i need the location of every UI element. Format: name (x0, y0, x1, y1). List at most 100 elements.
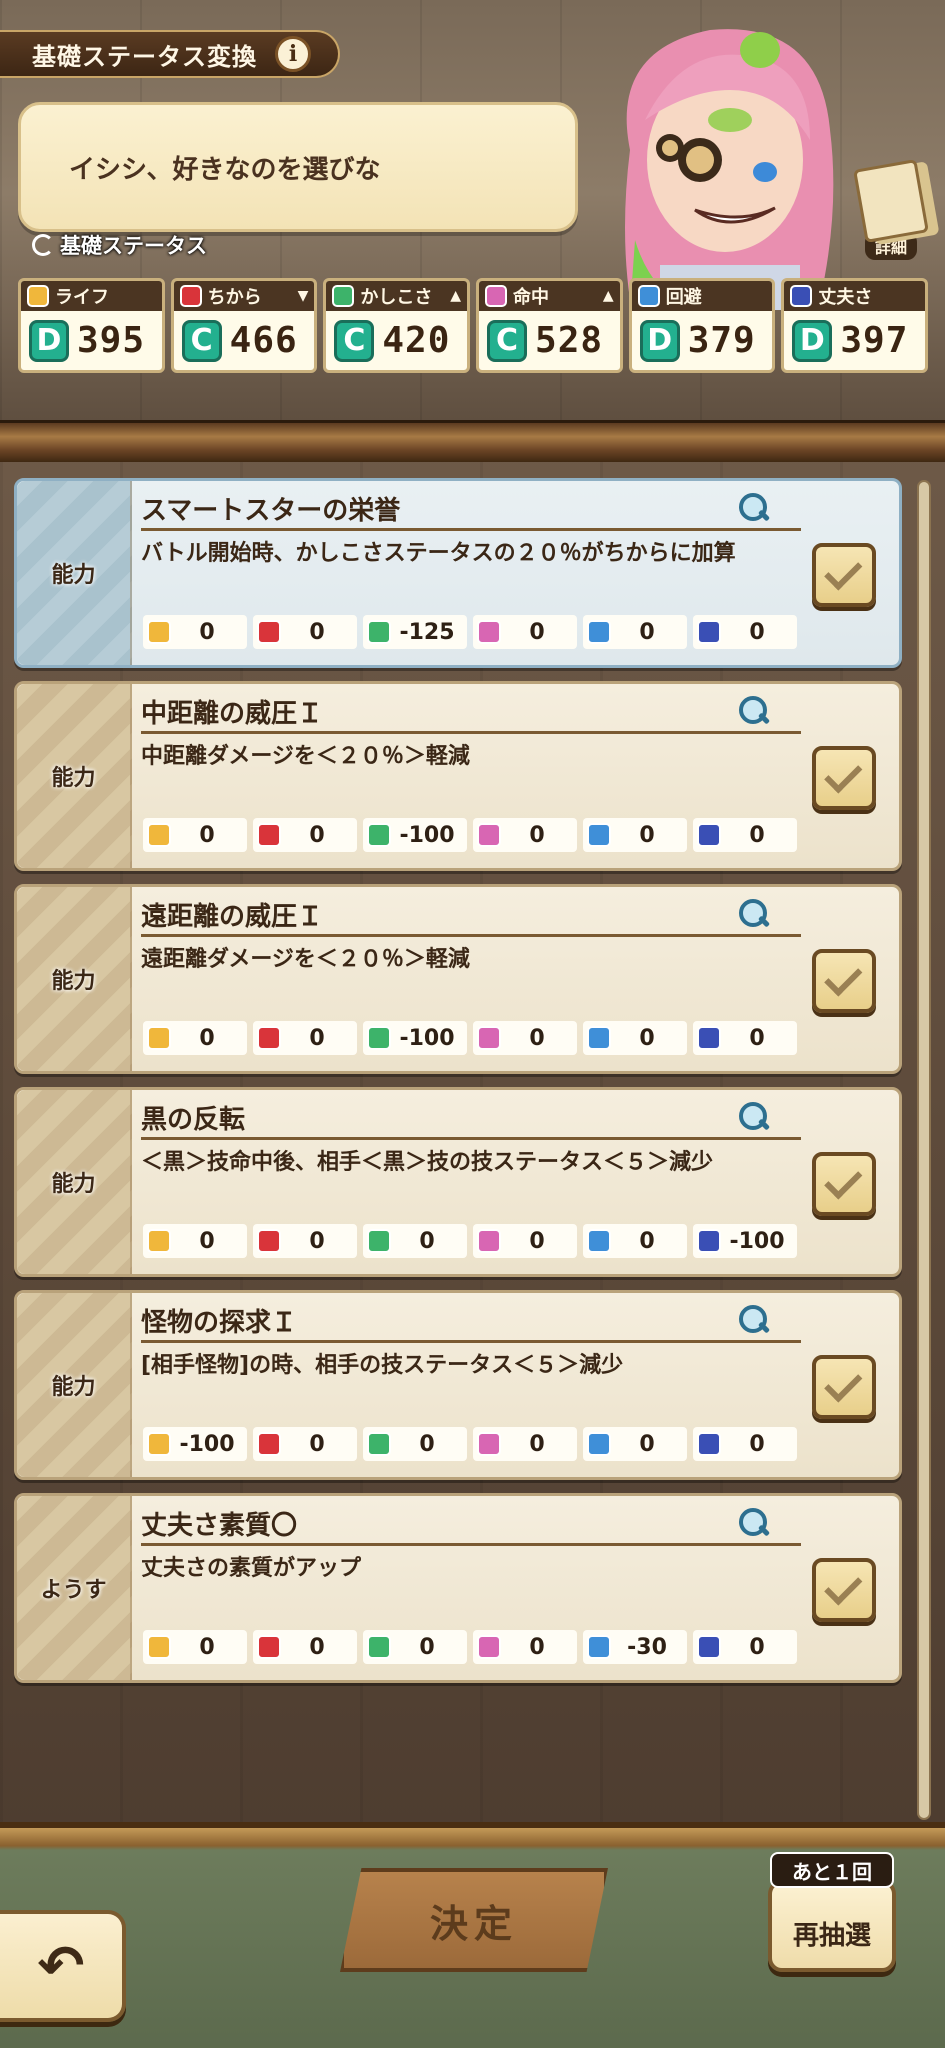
stat-change-accuracy: 0 (473, 1021, 577, 1055)
card-name: 中距離の威圧Ｉ (141, 692, 801, 734)
grade-badge: C (181, 319, 222, 362)
magnifier-icon[interactable] (737, 694, 771, 728)
stat-changes: 0 0 -100 0 0 0 (143, 1021, 797, 1055)
select-checkbox[interactable] (812, 1355, 876, 1419)
card-side-panel: ようす (17, 1496, 132, 1680)
magnifier-icon[interactable] (737, 491, 771, 525)
stat-change-strength: 0 (253, 1630, 357, 1664)
section-divider (0, 420, 945, 462)
stat-change-value: 0 (199, 1228, 215, 1254)
card-kind: 能力 (51, 1375, 96, 1400)
card-side-panel: 能力 (17, 1293, 132, 1477)
wisdom-icon (332, 285, 355, 307)
magnifier-icon[interactable] (737, 1506, 771, 1540)
option-card[interactable]: 能力 中距離の威圧Ｉ 中距離ダメージを＜２０％＞軽減 0 0 -100 0 0 … (14, 681, 902, 871)
stat-header: 回避 (631, 281, 773, 311)
wisdom-icon (367, 620, 391, 644)
accuracy-icon (477, 1432, 501, 1456)
stat-change-wisdom: 0 (363, 1427, 467, 1461)
grade-badge: C (334, 319, 375, 362)
list-scrollbar[interactable] (917, 480, 931, 1820)
wisdom-icon (367, 1229, 391, 1253)
stat-change-life: 0 (143, 615, 247, 649)
card-description: [相手怪物]の時、相手の技ステータス＜５＞減少 (141, 1353, 624, 1378)
card-description: バトル開始時、かしこさステータスの２０％がちからに加算 (141, 541, 736, 566)
stat-change-value: 0 (529, 1228, 545, 1254)
strength-icon (257, 823, 281, 847)
select-checkbox[interactable] (812, 1152, 876, 1216)
stat-changes: 0 0 -125 0 0 0 (143, 615, 797, 649)
stat-change-strength: 0 (253, 615, 357, 649)
detail-button[interactable]: 詳細 (845, 150, 937, 260)
stat-change-durability: -100 (693, 1224, 797, 1258)
stat-change-value: 0 (639, 1228, 655, 1254)
decide-button[interactable]: 決定 (340, 1868, 608, 1972)
stat-arrow: ▲ (602, 288, 614, 304)
wisdom-icon (367, 1432, 391, 1456)
screen-title: 基礎ステータス変換 (32, 42, 257, 71)
stat-body: D 379 (632, 311, 773, 370)
card-description: 丈夫さの素質がアップ (141, 1556, 362, 1581)
grade-badge: D (792, 319, 833, 362)
magnifier-icon[interactable] (737, 1303, 771, 1337)
stat-change-durability: 0 (693, 1630, 797, 1664)
magnifier-icon[interactable] (737, 1100, 771, 1134)
stat-change-value: 0 (419, 1228, 435, 1254)
stat-change-value: 0 (309, 1634, 325, 1660)
info-icon[interactable]: i (275, 36, 311, 72)
stat-change-value: 0 (749, 1431, 765, 1457)
card-name: 怪物の探求Ｉ (141, 1301, 801, 1343)
accuracy-icon (477, 1229, 501, 1253)
redraw-button[interactable]: 再抽選 (768, 1880, 896, 1972)
card-name: 丈夫さ素質〇 (141, 1504, 801, 1546)
stat-change-life: 0 (143, 1021, 247, 1055)
stat-change-value: -125 (399, 619, 455, 645)
stat-box: かしこさ ▲ C 420 (323, 278, 471, 373)
stat-change-value: 0 (749, 1634, 765, 1660)
stat-value: 379 (687, 320, 756, 361)
stat-change-value: 0 (529, 1025, 545, 1051)
strength-icon (257, 1432, 281, 1456)
stat-box: ライフ D 395 (18, 278, 165, 373)
option-card[interactable]: 能力 怪物の探求Ｉ [相手怪物]の時、相手の技ステータス＜５＞減少 -100 0… (14, 1290, 902, 1480)
accuracy-icon (477, 1635, 501, 1659)
durability-icon (697, 620, 721, 644)
select-checkbox[interactable] (812, 543, 876, 607)
life-icon (147, 823, 171, 847)
option-card[interactable]: ようす 丈夫さ素質〇 丈夫さの素質がアップ 0 0 0 0 -30 0 (14, 1493, 902, 1683)
grade-badge: D (639, 319, 680, 362)
stat-change-accuracy: 0 (473, 615, 577, 649)
option-card[interactable]: 能力 スマートスターの栄誉 バトル開始時、かしこさステータスの２０％がちからに加… (14, 478, 902, 668)
life-icon (147, 1026, 171, 1050)
stat-change-strength: 0 (253, 818, 357, 852)
stat-box: ちから ▼ C 466 (170, 278, 318, 373)
select-checkbox[interactable] (812, 949, 876, 1013)
stat-change-accuracy: 0 (473, 1427, 577, 1461)
durability-icon (790, 285, 813, 307)
stat-body: D 395 (21, 311, 162, 370)
strength-icon (179, 285, 202, 307)
back-button[interactable]: ↶ (0, 1910, 126, 2022)
durability-icon (697, 1026, 721, 1050)
stat-change-life: -100 (143, 1427, 247, 1461)
cycle-icon (32, 234, 54, 256)
decide-label: 決定 (429, 1901, 518, 1946)
stat-change-wisdom: 0 (363, 1630, 467, 1664)
card-side-panel: 能力 (17, 887, 132, 1071)
magnifier-icon[interactable] (737, 897, 771, 931)
option-card[interactable]: 能力 遠距離の威圧Ｉ 遠距離ダメージを＜２０％＞軽減 0 0 -100 0 0 … (14, 884, 902, 1074)
stat-change-value: 0 (309, 1431, 325, 1457)
stat-change-value: 0 (309, 1228, 325, 1254)
accuracy-icon (477, 1026, 501, 1050)
select-checkbox[interactable] (812, 1558, 876, 1622)
basic-stats-heading: 基礎ステータス (32, 230, 207, 260)
select-checkbox[interactable] (812, 746, 876, 810)
card-kind: ようす (40, 1578, 107, 1603)
card-name: 遠距離の威圧Ｉ (141, 895, 801, 937)
stat-body: D 397 (784, 311, 925, 370)
stat-body: C 528 (479, 311, 620, 370)
option-card[interactable]: 能力 黒の反転 ＜黒＞技命中後、相手＜黒＞技の技ステータス＜５＞減少 0 0 0… (14, 1087, 902, 1277)
stat-name: 丈夫さ (818, 287, 873, 308)
stat-change-value: 0 (639, 822, 655, 848)
stat-change-value: 0 (199, 1025, 215, 1051)
